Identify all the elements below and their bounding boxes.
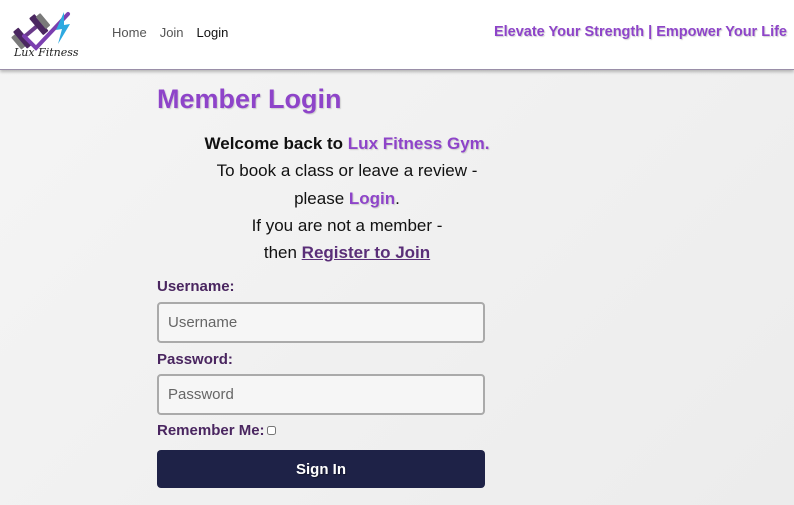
intro-text: Welcome back to Lux Fitness Gym. To book… [157,130,537,266]
main-nav: Home Join Login [112,25,228,40]
page-title: Member Login [157,84,342,114]
password-input[interactable] [157,374,485,415]
register-link[interactable]: Register to Join [302,243,430,262]
not-member-line: If you are not a member - [251,215,443,235]
remember-me-label: Remember Me: [157,422,265,439]
remember-me-row: Remember Me: [157,422,276,439]
remember-me-checkbox[interactable] [266,426,276,435]
navbar: Lux Fitness Home Join Login Elevate Your… [0,0,794,70]
login-inline-link[interactable]: Login [349,189,395,208]
instruction-line: To book a class or leave a review - [216,161,478,181]
welcome-line: Welcome back to Lux Fitness Gym. [204,134,490,153]
username-label: Username: [157,278,235,295]
tagline: Elevate Your Strength | Empower Your Lif… [493,24,787,40]
password-label: Password: [157,351,233,368]
sign-in-button[interactable]: Sign In [157,450,485,488]
logo[interactable]: Lux Fitness [6,6,96,62]
svg-text:Lux Fitness: Lux Fitness [13,46,79,59]
username-input[interactable] [157,302,485,343]
nav-join-link[interactable]: Join [160,25,184,40]
gym-name: Lux Fitness Gym. [347,134,490,153]
please-login-line: please Login. [294,188,400,208]
nav-login-link[interactable]: Login [197,25,229,40]
nav-home-link[interactable]: Home [112,25,147,40]
register-line: then Register to Join [263,243,431,263]
dumbbell-logo-icon: Lux Fitness [11,12,79,59]
